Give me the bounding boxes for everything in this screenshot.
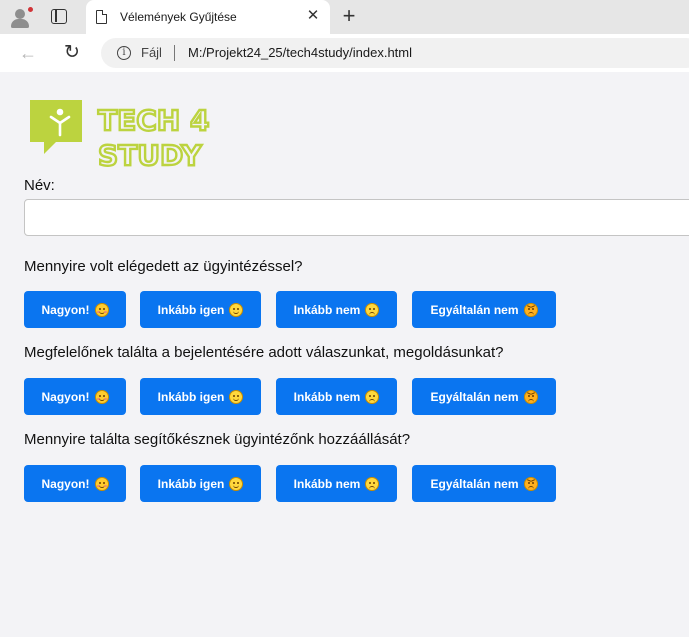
address-scheme: Fájl (141, 45, 162, 60)
rating-button-label: Egyáltalán nem (430, 389, 519, 404)
browser-tab-active[interactable]: Vélemények Gyűjtése ✕ (86, 0, 330, 34)
browser-tab-bar: Vélemények Gyűjtése ✕ + (0, 0, 689, 34)
logo-text-line1: TECH 4 (98, 104, 209, 137)
rating-button-label: Inkább igen (157, 389, 225, 404)
rating-button-1[interactable]: Nagyon! (24, 378, 126, 415)
rating-button-label: Inkább nem (293, 389, 361, 404)
rating-button-label: Nagyon! (41, 302, 90, 317)
address-url[interactable]: M:/Projekt24_25/tech4study/index.html (188, 45, 412, 60)
tech4study-logo: TECH 4 STUDY (30, 100, 211, 170)
smiling-blush-emoji-icon (94, 389, 109, 404)
angry-emoji-icon (523, 302, 538, 317)
tab-actions-icon[interactable] (51, 9, 67, 24)
rating-button-3[interactable]: Inkább nem (276, 378, 397, 415)
logo-text-line2: STUDY (98, 139, 202, 170)
rating-button-label: Nagyon! (41, 476, 90, 491)
slight-frown-emoji-icon (365, 389, 380, 404)
rating-button-label: Egyáltalán nem (430, 476, 519, 491)
rating-button-4[interactable]: Egyáltalán nem (412, 291, 556, 328)
tab-title: Vélemények Gyűjtése (120, 10, 237, 24)
smiling-blush-emoji-icon (94, 302, 109, 317)
rating-button-label: Egyáltalán nem (430, 302, 519, 317)
name-label: Név: (24, 177, 55, 194)
close-tab-icon[interactable]: ✕ (303, 6, 323, 26)
rating-button-label: Inkább nem (293, 302, 361, 317)
slight-smile-emoji-icon (229, 389, 244, 404)
question-text: Mennyire volt elégedett az ügyintézéssel… (24, 258, 303, 275)
rating-button-2[interactable]: Inkább igen (140, 465, 261, 502)
rating-button-4[interactable]: Egyáltalán nem (412, 378, 556, 415)
question-text: Megfelelőnek találta a bejelentésére ado… (24, 344, 504, 361)
rating-button-label: Inkább igen (157, 302, 225, 317)
new-tab-button[interactable]: + (337, 4, 361, 28)
angry-emoji-icon (523, 476, 538, 491)
slight-smile-emoji-icon (229, 476, 244, 491)
rating-button-1[interactable]: Nagyon! (24, 465, 126, 502)
back-arrow-icon[interactable]: ← (16, 41, 40, 65)
rating-button-3[interactable]: Inkább nem (276, 465, 397, 502)
smiling-blush-emoji-icon (94, 476, 109, 491)
address-separator (174, 45, 175, 61)
notification-dot (27, 6, 34, 13)
rating-button-2[interactable]: Inkább igen (140, 291, 261, 328)
rating-button-4[interactable]: Egyáltalán nem (412, 465, 556, 502)
reload-icon[interactable]: ↻ (60, 41, 84, 65)
rating-button-3[interactable]: Inkább nem (276, 291, 397, 328)
address-bar[interactable]: i Fájl M:/Projekt24_25/tech4study/index.… (101, 38, 689, 68)
name-input[interactable] (24, 199, 689, 236)
browser-toolbar: ← ↻ i Fájl M:/Projekt24_25/tech4study/in… (0, 34, 689, 72)
logo-figure-head (56, 108, 64, 116)
slight-frown-emoji-icon (365, 302, 380, 317)
profile-icon[interactable] (9, 6, 34, 28)
slight-frown-emoji-icon (365, 476, 380, 491)
angry-emoji-icon (523, 389, 538, 404)
rating-button-label: Nagyon! (41, 389, 90, 404)
page-icon (96, 9, 108, 24)
logo-bubble (30, 100, 82, 154)
rating-button-1[interactable]: Nagyon! (24, 291, 126, 328)
question-text: Mennyire találta segítőkésznek ügyintéző… (24, 431, 411, 448)
rating-button-label: Inkább igen (157, 476, 225, 491)
info-icon[interactable]: i (117, 46, 131, 60)
page-viewport: TECH 4 STUDY Név: Mennyire volt elégedet… (0, 72, 689, 637)
slight-smile-emoji-icon (229, 302, 244, 317)
rating-button-label: Inkább nem (293, 476, 361, 491)
rating-button-2[interactable]: Inkább igen (140, 378, 261, 415)
